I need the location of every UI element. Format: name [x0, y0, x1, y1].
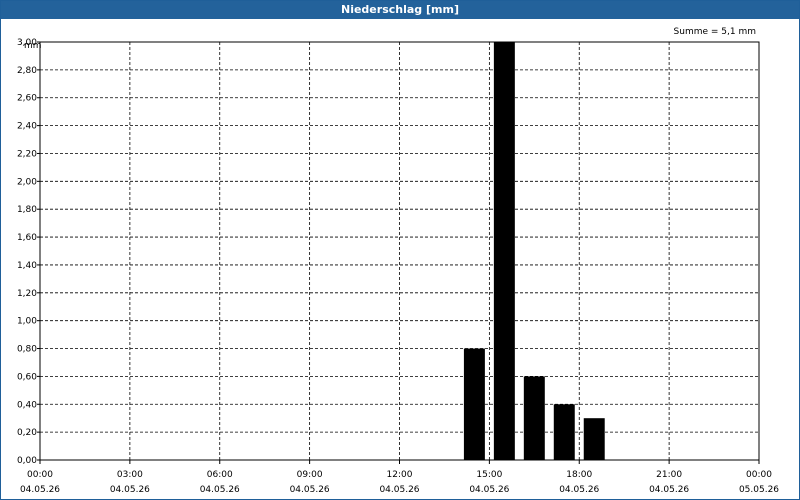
x-tick-label-date: 04.05.26	[649, 485, 689, 495]
y-tick-label: 0,20	[17, 428, 37, 438]
x-tick-label-time: 12:00	[387, 470, 413, 480]
grid-lines	[40, 41, 759, 460]
x-tick-label-date: 04.05.26	[20, 485, 60, 495]
y-tick-label: 2,40	[17, 122, 37, 132]
precipitation-bar	[463, 348, 485, 460]
y-tick-label: 0,60	[17, 372, 37, 382]
y-tick-label: 2,00	[17, 177, 37, 187]
y-tick-label: 0,80	[17, 345, 37, 355]
y-tick-label: 0,40	[17, 400, 37, 410]
y-tick-label: 2,20	[17, 149, 37, 159]
y-tick-label: 1,60	[17, 233, 37, 243]
x-tick-label-time: 09:00	[297, 470, 323, 480]
sum-annotation: Summe = 5,1 mm	[674, 27, 756, 37]
x-tick-label-time: 03:00	[117, 470, 143, 480]
x-tick-label-date: 04.05.26	[290, 485, 330, 495]
precipitation-bar	[523, 376, 545, 460]
x-tick-label-date: 04.05.26	[559, 485, 599, 495]
x-tick-label-date: 04.05.26	[379, 485, 419, 495]
x-tick-label-time: 18:00	[566, 470, 592, 480]
x-tick-label-time: 00:00	[746, 470, 772, 480]
precipitation-bar	[583, 418, 605, 460]
precipitation-bar	[553, 404, 575, 460]
y-tick-label: 1,80	[17, 205, 37, 215]
x-tick-label-date: 04.05.26	[469, 485, 509, 495]
x-tick-label-time: 06:00	[207, 470, 233, 480]
y-tick-label: 0,00	[17, 456, 37, 466]
y-tick-label: 1,20	[17, 289, 37, 299]
x-tick-label-time: 00:00	[27, 470, 53, 480]
y-tick-label: 2,80	[17, 66, 37, 76]
x-tick-label-time: 15:00	[476, 470, 502, 480]
axes: 0,00 0,20 0,40 0,60 0,80 1,00 1,20 1,40 1,60 1,80…	[17, 38, 779, 495]
precipitation-bar	[493, 42, 515, 460]
y-tick-label: 1,00	[17, 317, 37, 327]
x-tick-label-date: 04.05.26	[200, 485, 240, 495]
x-tick-label-date: 04.05.26	[110, 485, 150, 495]
bars	[463, 42, 605, 460]
y-tick-label: 1,40	[17, 261, 37, 271]
precipitation-chart: mm Summe = 5,1 mm 0,000,200,400,600,801,…	[17, 27, 779, 495]
x-tick-label-time: 21:00	[656, 470, 682, 480]
x-tick-label-date: 05.05.26	[739, 485, 779, 495]
y-tick-label: 2,60	[17, 94, 37, 104]
y-tick-label: 3,00	[17, 38, 37, 48]
